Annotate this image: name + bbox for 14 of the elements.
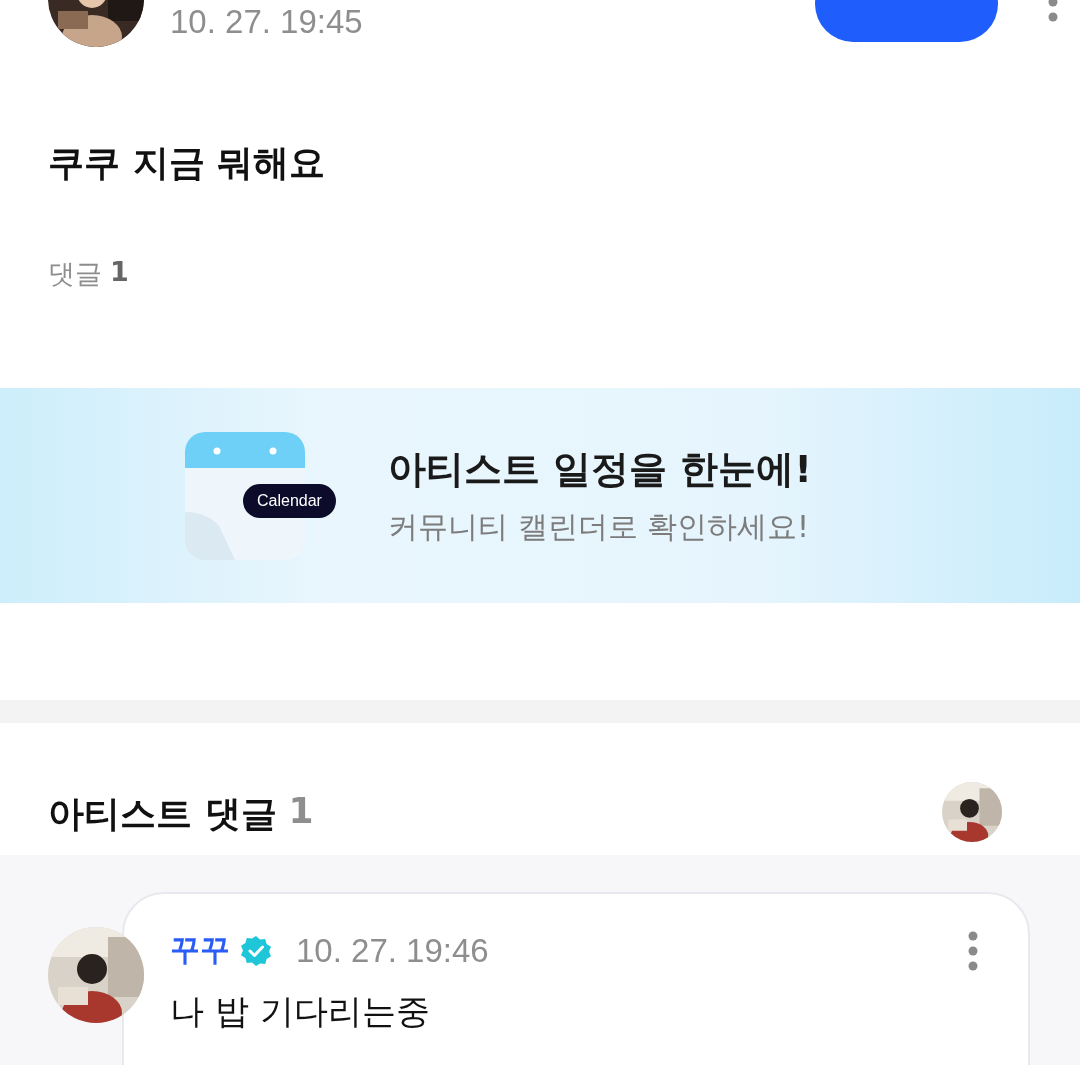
more-icon[interactable] [968,930,978,971]
author-name[interactable]: 꾸꾸 [170,930,230,971]
banner-subtitle: 커뮤니티 캘린더로 확인하세요! [388,507,811,546]
section-count: 1 [288,789,314,833]
comment-time: 10. 27. 19:46 [296,931,489,970]
comment-label: 댓글 [48,257,102,291]
calendar-banner[interactable]: Calendar 아티스트 일정을 한눈에! 커뮤니티 캘린더로 확인하세요! [0,388,1080,603]
section-title: 아티스트 댓글 [48,791,277,836]
banner-title: 아티스트 일정을 한눈에! [388,445,812,493]
post-time: 10. 27. 19:45 [170,3,363,41]
post-text: 쿠쿠 지금 뭐해요 [48,141,327,185]
comment-text: 나 밥 기다리는중 [170,990,431,1033]
comment-count: 1 [110,256,129,289]
calendar-badge: Calendar [243,483,336,518]
